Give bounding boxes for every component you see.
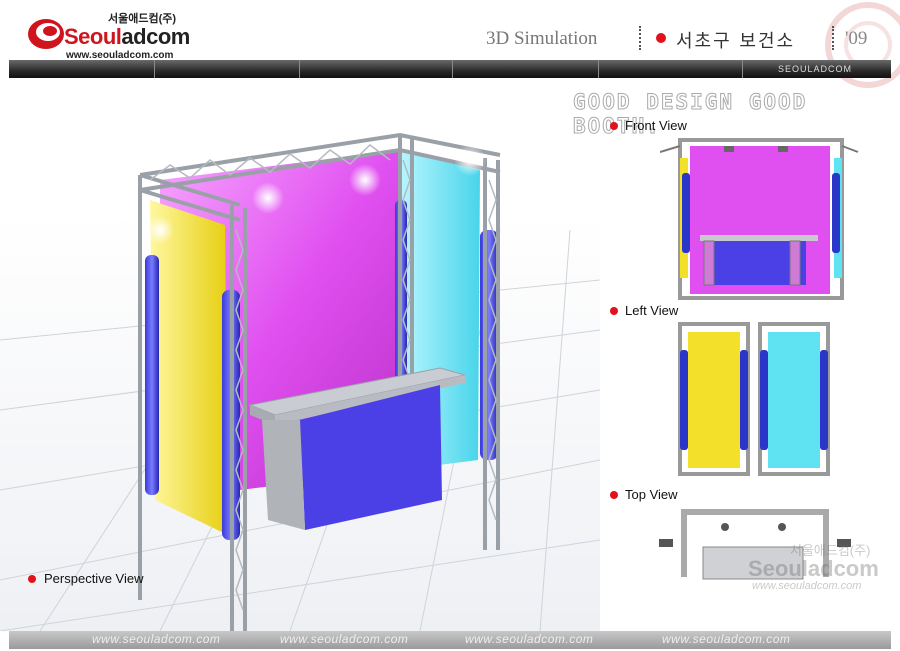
- footer-url[interactable]: www.seouladcom.com: [92, 632, 220, 646]
- front-view-bullet-icon: [610, 122, 618, 130]
- page-title: 3D Simulation: [486, 28, 598, 49]
- watermark-brand: Seouladcom: [748, 556, 879, 581]
- nav-separator: [598, 60, 599, 78]
- footer-url[interactable]: www.seouladcom.com: [662, 632, 790, 646]
- footer-url[interactable]: www.seouladcom.com: [465, 632, 593, 646]
- slogan: GOOD DESIGN GOOD BOOTH.: [573, 90, 808, 139]
- title-divider: [639, 26, 643, 50]
- client-bullet-icon: [656, 33, 666, 43]
- perspective-view-render: [0, 132, 600, 631]
- watermark-url: www.seouladcom.com: [752, 580, 862, 592]
- watermark: 서울애드컴(주) Seouladcom www.seouladcom.com: [700, 540, 890, 600]
- nav-separator: [299, 60, 300, 78]
- client-name: 서초구 보건소: [676, 31, 796, 52]
- perspective-view-label: Perspective View: [44, 571, 144, 586]
- decorative-ring-icon: [825, 2, 900, 88]
- nav-brand-label: SEOULADCOM: [777, 64, 852, 74]
- front-view-label: Front View: [625, 118, 687, 133]
- footer-url[interactable]: www.seouladcom.com: [280, 632, 408, 646]
- company-logo[interactable]: 서울애드컴(주) Seouladcom www.seouladcom.com: [26, 10, 190, 61]
- top-view-label: Top View: [625, 487, 678, 502]
- year-divider: [832, 26, 836, 50]
- left-view-bullet-icon: [610, 307, 618, 315]
- project-year: '09: [845, 28, 868, 49]
- nav-separator: [452, 60, 453, 78]
- logo-brand-prefix: Seoul: [64, 24, 122, 49]
- nav-separator: [154, 60, 155, 78]
- left-view-drawing: [678, 322, 830, 476]
- logo-brand-suffix: adcom: [121, 24, 190, 49]
- front-view-drawing: [660, 138, 859, 300]
- logo-brand-name: Seouladcom: [64, 24, 190, 50]
- left-view-label: Left View: [625, 303, 679, 318]
- top-view-bullet-icon: [610, 491, 618, 499]
- perspective-view-bullet-icon: [28, 575, 36, 583]
